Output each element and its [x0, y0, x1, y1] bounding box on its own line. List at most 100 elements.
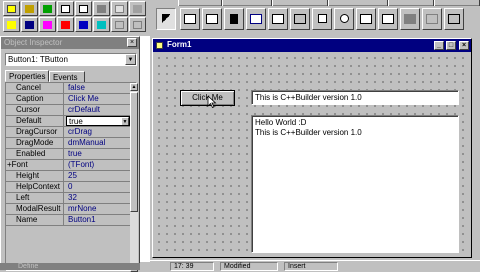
add-file-icon[interactable] [39, 1, 56, 16]
property-name: DragMode [6, 138, 64, 148]
ide-toolbar [0, 0, 480, 34]
listbox-icon[interactable] [356, 8, 376, 30]
property-name: +Font [6, 160, 64, 170]
toggle-form-unit-icon[interactable] [93, 1, 110, 16]
minimize-icon[interactable]: _ [434, 41, 444, 50]
run-icon[interactable] [129, 1, 146, 16]
close-icon[interactable]: × [127, 38, 137, 47]
property-row[interactable]: Cancel false [6, 83, 130, 94]
property-row-selected[interactable]: Default true ▼ [6, 116, 130, 127]
memo-icon[interactable] [268, 8, 288, 30]
property-row[interactable]: +Font (TFont) [6, 160, 130, 171]
pointer-arrow-icon[interactable] [156, 8, 176, 30]
property-name: Default [6, 116, 64, 126]
property-name: DragCursor [6, 127, 64, 137]
object-selector-combo[interactable]: Button1: TButton ▼ [5, 53, 137, 66]
scroll-thumb[interactable] [130, 92, 138, 212]
popup-menu-icon[interactable] [202, 8, 222, 30]
checkbox-icon[interactable] [312, 8, 332, 30]
combobox-icon[interactable] [378, 8, 398, 30]
main-menu-icon[interactable] [180, 8, 200, 30]
save-all-icon[interactable] [39, 17, 56, 32]
save-icon[interactable] [21, 17, 38, 32]
property-value-editor[interactable]: true ▼ [66, 116, 130, 126]
property-row[interactable]: DragCursor crDrag [6, 127, 130, 138]
property-name: Cursor [6, 105, 64, 115]
groupbox-icon[interactable] [422, 8, 442, 30]
open-folder-icon[interactable] [21, 1, 38, 16]
property-row[interactable]: HelpContext 0 [6, 182, 130, 193]
form-list-icon[interactable] [75, 1, 92, 16]
radio-group-icon[interactable] [444, 8, 464, 30]
open-icon[interactable] [3, 17, 20, 32]
property-value[interactable]: false [66, 83, 130, 93]
property-name: Name [6, 215, 64, 225]
property-value[interactable]: 32 [66, 193, 130, 203]
edit-icon[interactable] [246, 8, 266, 30]
property-name: HelpContext [6, 182, 64, 192]
new-file-icon[interactable] [3, 1, 20, 16]
property-row[interactable]: Caption Click Me [6, 94, 130, 105]
form-window: Form1 _ □ × Click Me This is C++Builder … [152, 38, 472, 258]
scroll-up-icon[interactable]: ▲ [130, 83, 138, 91]
property-value[interactable]: true [69, 117, 83, 125]
object-inspector-status: Define [0, 263, 140, 270]
property-value[interactable]: (TFont) [66, 160, 130, 170]
object-inspector: Object Inspector × Button1: TButton ▼ Pr… [0, 36, 140, 272]
property-value[interactable]: 25 [66, 171, 130, 181]
remove-file-icon[interactable] [57, 17, 74, 32]
property-row[interactable]: Cursor crDefault [6, 105, 130, 116]
form-title: Form1 [167, 40, 192, 49]
form-system-icon[interactable] [156, 42, 163, 49]
mouse-cursor-icon [207, 96, 217, 108]
property-row[interactable]: Enabled true [6, 149, 130, 160]
step-icon[interactable] [129, 17, 146, 32]
chevron-down-icon[interactable]: ▼ [121, 117, 129, 125]
property-name: Height [6, 171, 64, 181]
maximize-icon[interactable]: □ [446, 41, 456, 50]
memo-line: Hello World :D [255, 118, 307, 127]
object-inspector-title: Object Inspector [4, 38, 63, 47]
memo-box[interactable]: Hello World :D This is C++Builder versio… [251, 115, 459, 253]
property-value[interactable]: mrNone [66, 204, 130, 214]
property-name: Caption [6, 94, 64, 104]
form-titlebar[interactable]: Form1 _ □ × [153, 39, 471, 52]
selected-object-label: Button1: TButton [8, 55, 68, 64]
new-form-icon[interactable] [111, 1, 128, 16]
tab-properties[interactable]: Properties [5, 70, 49, 82]
property-row[interactable]: Left 32 [6, 193, 130, 204]
memo-line: This is C++Builder version 1.0 [255, 128, 362, 137]
chevron-down-icon[interactable]: ▼ [125, 54, 136, 65]
pause-icon[interactable] [111, 17, 128, 32]
form-design-surface[interactable]: Click Me This is C++Builder version 1.0 … [155, 54, 469, 256]
radio-button-icon[interactable] [334, 8, 354, 30]
edit-box[interactable]: This is C++Builder version 1.0 [251, 90, 459, 105]
scrollbar-icon[interactable] [400, 8, 420, 30]
property-value[interactable]: crDefault [66, 105, 130, 115]
object-inspector-titlebar[interactable]: Object Inspector × [1, 37, 139, 49]
button-icon[interactable] [290, 8, 310, 30]
property-value[interactable]: crDrag [66, 127, 130, 137]
unit-list-icon[interactable] [57, 1, 74, 16]
property-grid-scrollbar[interactable]: ▲ ▼ [130, 83, 138, 272]
view-form-icon[interactable] [75, 17, 92, 32]
editor-gutter [140, 36, 150, 262]
property-row[interactable]: Name Button1 [6, 215, 130, 226]
property-value[interactable]: true [66, 149, 130, 159]
property-name: ModalResult [6, 204, 64, 214]
label-icon[interactable] [224, 8, 244, 30]
property-row[interactable]: Height 25 [6, 171, 130, 182]
property-row[interactable]: ModalResult mrNone [6, 204, 130, 215]
property-name: Cancel [6, 83, 64, 93]
close-icon[interactable]: × [459, 41, 469, 50]
property-grid: Cancel false Caption Click Me Cursor crDefa… [5, 82, 138, 272]
property-value[interactable]: 0 [66, 182, 130, 192]
view-unit-icon[interactable] [93, 17, 110, 32]
property-value[interactable]: dmManual [66, 138, 130, 148]
editor-status-bar: 17: 39 Modified Insert [150, 260, 480, 271]
component-palette [154, 6, 480, 33]
property-value[interactable]: Click Me [66, 94, 130, 104]
property-row[interactable]: DragMode dmManual [6, 138, 130, 149]
property-name: Enabled [6, 149, 64, 159]
property-value[interactable]: Button1 [66, 215, 130, 225]
